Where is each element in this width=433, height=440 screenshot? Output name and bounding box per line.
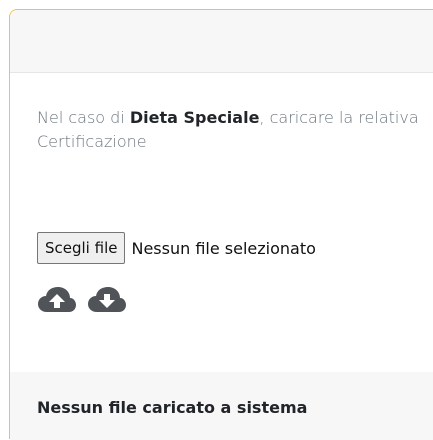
- intro-prefix: Nel caso di: [37, 108, 125, 127]
- intro-highlight: Dieta Speciale: [129, 108, 260, 127]
- file-action-icons: [37, 286, 127, 314]
- cloud-upload-icon[interactable]: [37, 286, 77, 314]
- panel-header: [10, 10, 433, 73]
- cloud-download-icon[interactable]: [87, 286, 127, 314]
- certification-panel: Nel caso di Dieta Speciale, caricare la …: [9, 9, 433, 440]
- file-picker: Scegli file Nessun file selezionato: [37, 231, 316, 265]
- certification-instructions: Nel caso di Dieta Speciale, caricare la …: [37, 106, 427, 154]
- file-selection-status: Nessun file selezionato: [131, 238, 316, 258]
- choose-file-button[interactable]: Scegli file: [37, 232, 126, 264]
- no-files-message: Nessun file caricato a sistema: [37, 398, 308, 417]
